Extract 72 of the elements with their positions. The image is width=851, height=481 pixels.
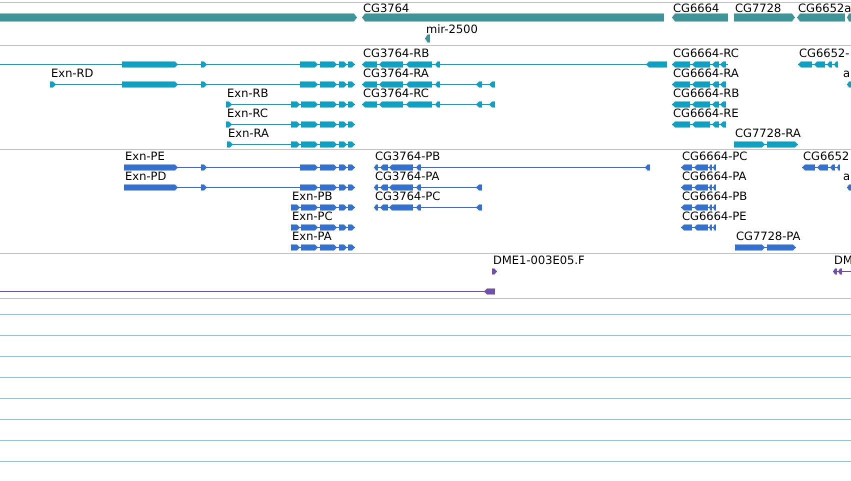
feature-label: CG3764-RB [363,46,430,60]
feature-label: Exn-PA [292,229,332,243]
gene-model-drawing[interactable] [680,164,716,170]
gene-model-drawing[interactable] [226,142,356,148]
gene-model-drawing[interactable] [672,102,726,108]
gene-model-drawing[interactable] [798,62,838,68]
gene-model-drawing[interactable] [0,288,496,294]
feature-label: CG6652 [803,149,850,163]
feature-label: CG6664-RE [673,106,739,120]
gene-model-drawing[interactable] [492,268,498,274]
gene-model-drawing[interactable] [0,62,356,68]
gene-model-drawing[interactable] [832,268,851,274]
feature-label: CG3764 [363,1,410,15]
gene-model-drawing[interactable] [734,244,796,250]
feature-label: CG6664-PB [682,189,748,203]
gene-model-drawing[interactable] [124,164,356,170]
gene-model-drawing[interactable] [374,164,650,170]
gene-model-drawing[interactable] [846,184,851,190]
feature-label: Exn-PE [125,149,165,163]
gene-model-drawing[interactable] [846,14,851,22]
feature-label: CG6652a [798,1,851,15]
gene-model-drawing[interactable] [802,164,840,170]
feature-label: Exn-RB [227,86,268,100]
feature-label: CG3764-RC [363,86,429,100]
feature-label: CG6664 [673,1,720,15]
feature-label: CG6664-PC [682,149,748,163]
gene-model-drawing[interactable] [680,184,716,190]
gene-model-drawing[interactable] [672,14,728,22]
gene-model-drawing[interactable] [734,142,798,148]
feature-label: Exn-RA [228,126,269,140]
feature-label: Exn-PB [292,189,332,203]
gene-model-drawing[interactable] [374,204,482,210]
feature-label: CG6664-RB [673,86,740,100]
feature-label: Exn-PC [292,209,332,223]
gene-model-drawing[interactable] [680,224,716,230]
feature-label: Exn-PD [125,169,166,183]
gene-model-drawing[interactable] [290,224,356,230]
feature-label: CG6652- [799,46,850,60]
gene-model-drawing[interactable] [362,102,496,108]
gene-model-drawing[interactable] [226,122,356,128]
gene-model-drawing[interactable] [124,184,356,190]
feature-label: a [843,169,850,183]
gene-model-drawing[interactable] [672,82,726,88]
feature-label: mir-2500 [426,22,478,36]
feature-label: CG3764-PB [375,149,440,163]
feature-label: DME1-003E05.F [493,253,585,267]
gene-model-drawing[interactable] [50,82,356,88]
feature-label: CG3764-RA [363,66,429,80]
feature-label: CG3764-PC [375,189,440,203]
gene-model-drawing[interactable] [362,62,668,68]
gene-model-drawing[interactable] [424,34,430,42]
feature-label: CG6664-RC [673,46,739,60]
feature-label: CG6664-PA [682,169,746,183]
gene-model-drawing[interactable] [672,62,728,68]
gene-model-drawing[interactable] [290,204,356,210]
gene-model-drawing[interactable] [290,244,356,250]
feature-label: CG3764-PA [375,169,440,183]
gene-model-drawing[interactable] [672,122,726,128]
feature-label: CG6664-RA [673,66,739,80]
gene-model-drawing[interactable] [846,82,851,88]
feature-label: a [843,66,850,80]
feature-label: CG7728-PA [736,229,800,243]
feature-label: Exn-RD [51,66,94,80]
gene-model-drawing[interactable] [734,14,796,22]
feature-label: CG7728 [735,1,782,15]
gene-model-drawing[interactable] [680,204,716,210]
feature-label: Exn-RC [227,106,268,120]
gene-model-drawing[interactable] [226,102,356,108]
gene-model-drawing[interactable] [362,82,496,88]
gene-model-drawing[interactable] [374,184,482,190]
feature-label: CG6664-PE [682,209,747,223]
feature-label: CG7728-RA [735,126,801,140]
